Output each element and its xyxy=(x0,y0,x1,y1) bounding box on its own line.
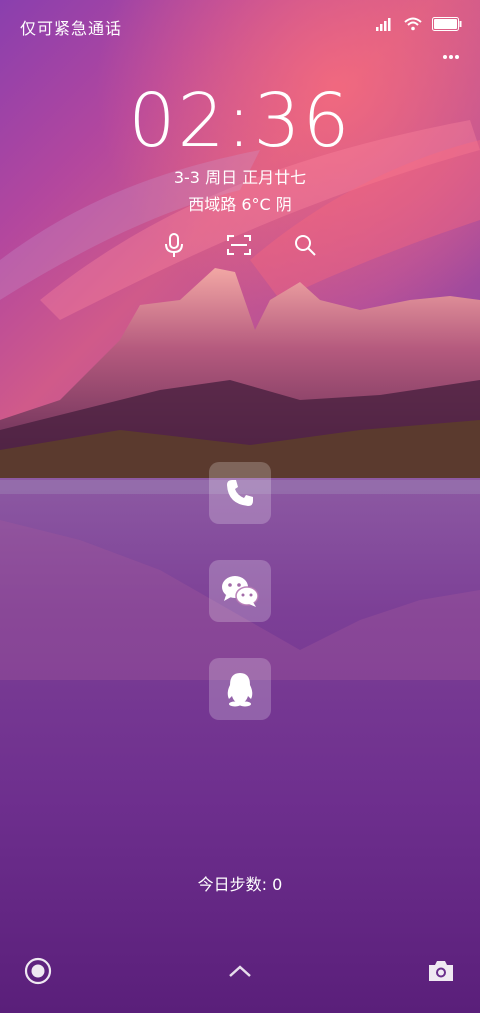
lockscreen-weather: 西域路 6°C 阴 xyxy=(188,195,292,214)
camera-button[interactable] xyxy=(421,951,461,991)
microphone-icon xyxy=(165,233,183,257)
assistant-button[interactable] xyxy=(18,951,58,991)
search-icon xyxy=(295,235,316,256)
lockscreen-date: 3-3 周日 正月廿七 xyxy=(173,168,307,187)
scan-icon xyxy=(227,235,251,255)
battery-icon xyxy=(432,16,462,35)
carrier-status-text: 仅可紧急通话 xyxy=(20,19,123,38)
wechat-shortcut[interactable] xyxy=(209,560,271,622)
scan-button[interactable] xyxy=(223,229,255,261)
status-icons xyxy=(376,16,462,35)
wechat-icon xyxy=(222,576,259,607)
wifi-icon xyxy=(404,16,422,35)
phone-icon xyxy=(227,480,253,506)
signal-icon xyxy=(376,16,394,35)
voice-assistant-button[interactable] xyxy=(158,229,190,261)
lockscreen-clock: 02:36 xyxy=(128,78,352,164)
search-button[interactable] xyxy=(289,229,321,261)
camera-icon xyxy=(429,961,453,981)
qq-shortcut[interactable] xyxy=(209,658,271,720)
step-counter: 今日步数: 0 xyxy=(197,875,283,894)
qq-icon xyxy=(227,673,253,707)
phone-shortcut[interactable] xyxy=(209,462,271,524)
chevron-up-icon xyxy=(229,965,251,977)
assistant-icon xyxy=(24,957,52,985)
more-options-icon[interactable] xyxy=(442,45,460,64)
unlock-swipe-hint[interactable] xyxy=(220,951,260,991)
